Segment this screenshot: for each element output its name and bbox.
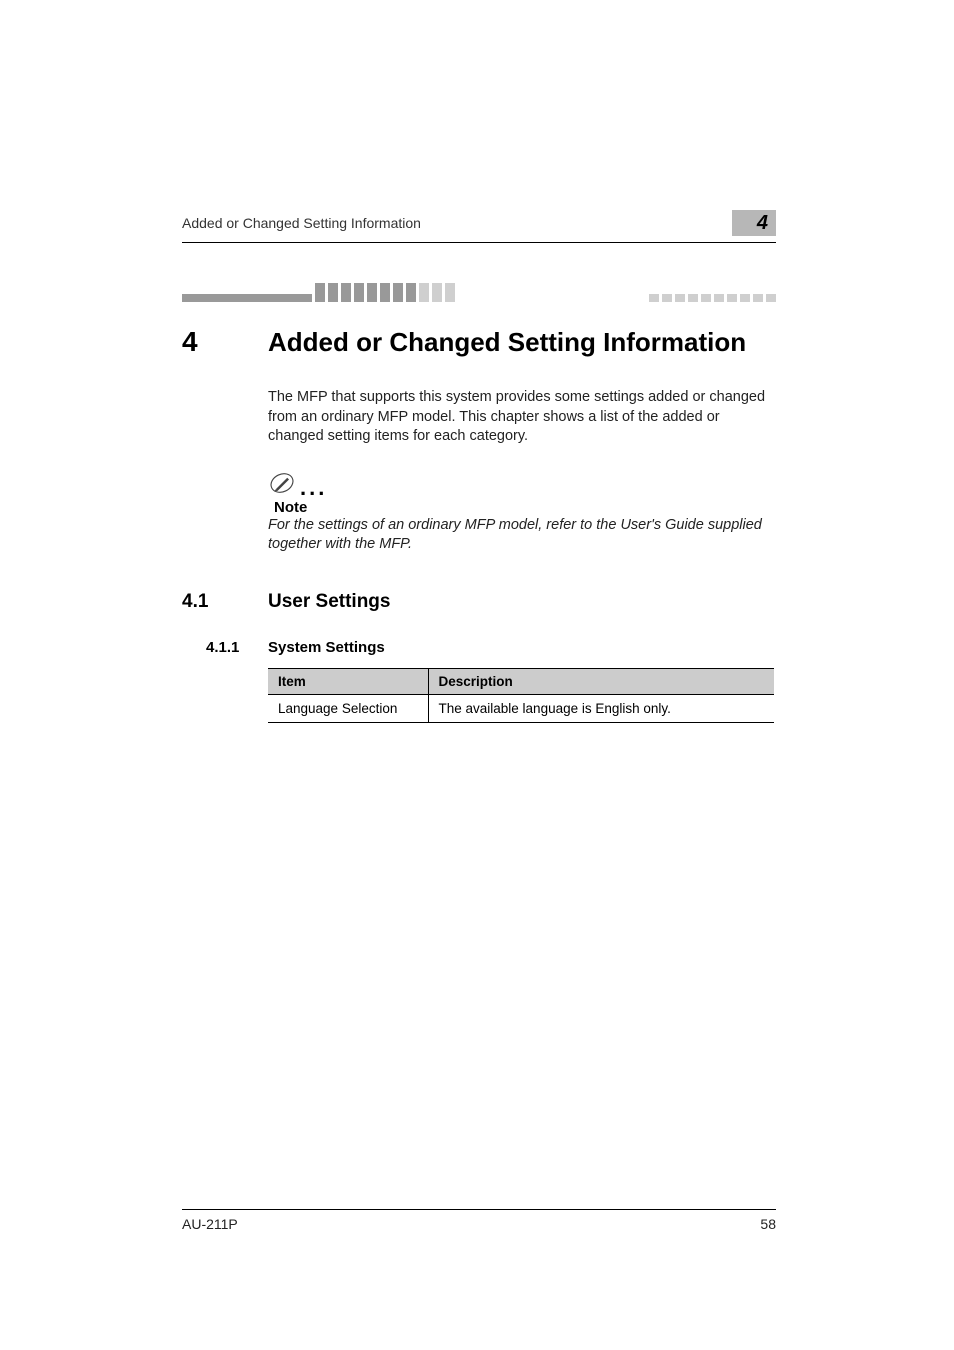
pencil-icon: [268, 469, 296, 497]
note-dots: ...: [300, 482, 327, 497]
header-rule: [182, 242, 776, 243]
decorative-bars: [182, 283, 776, 302]
table-header-item: Item: [268, 668, 428, 694]
footer-page-number: 58: [760, 1216, 776, 1232]
note-label: Note: [274, 499, 776, 516]
chapter-heading-number: 4: [182, 326, 268, 358]
intro-paragraph: The MFP that supports this system provid…: [268, 388, 776, 447]
note-block: ... Note For the settings of an ordinary…: [268, 469, 776, 555]
table-header-row: Item Description: [268, 668, 774, 694]
table-row: Language Selection The available languag…: [268, 694, 774, 722]
running-header: Added or Changed Setting Information 4: [182, 210, 776, 236]
chapter-number-box: 4: [732, 210, 776, 236]
section-heading-title: User Settings: [268, 591, 390, 613]
table-cell-description: The available language is English only.: [428, 694, 774, 722]
section-heading-number: 4.1: [182, 591, 268, 613]
chapter-heading: 4 Added or Changed Setting Information: [182, 326, 776, 358]
table-cell-item: Language Selection: [268, 694, 428, 722]
settings-table: Item Description Language Selection The …: [268, 668, 774, 723]
table-header-description: Description: [428, 668, 774, 694]
subsection-heading-title: System Settings: [268, 639, 385, 656]
running-header-text: Added or Changed Setting Information: [182, 215, 732, 231]
chapter-heading-title: Added or Changed Setting Information: [268, 327, 746, 358]
footer-model: AU-211P: [182, 1216, 238, 1232]
section-heading: 4.1 User Settings: [182, 591, 776, 613]
footer-rule: [182, 1209, 776, 1210]
subsection-heading-number: 4.1.1: [182, 639, 268, 656]
note-text: For the settings of an ordinary MFP mode…: [268, 516, 776, 555]
page-footer: AU-211P 58: [182, 1209, 776, 1232]
subsection-heading: 4.1.1 System Settings: [182, 639, 776, 656]
